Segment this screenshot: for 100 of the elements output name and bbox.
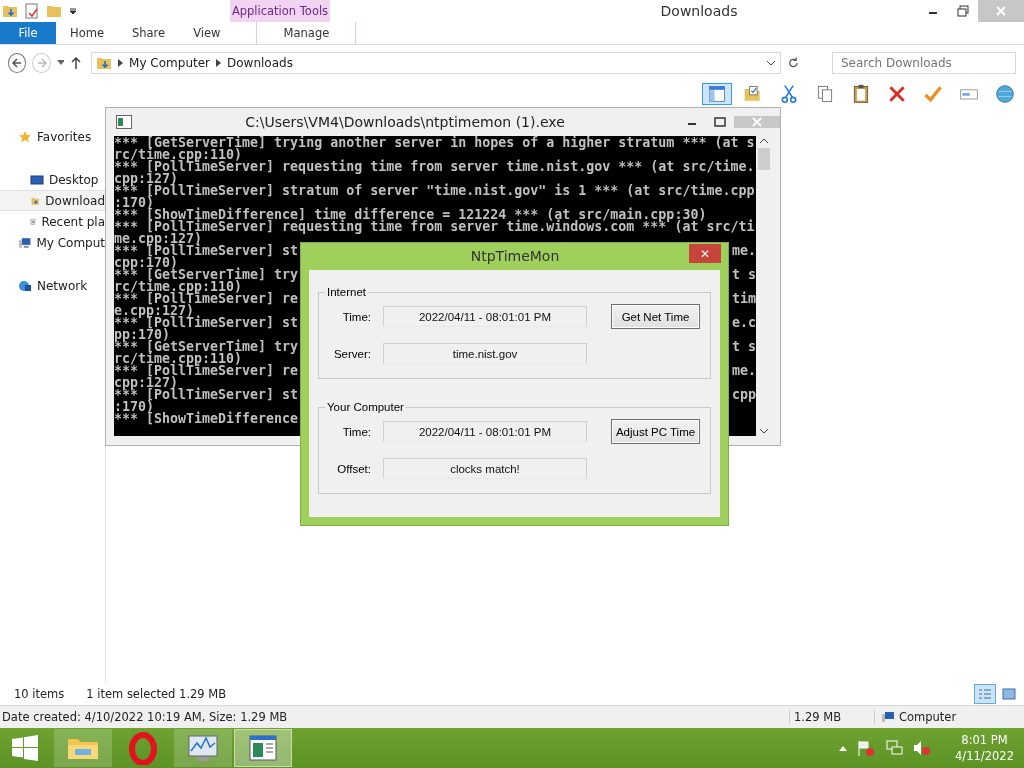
console-line: me.cpp:127)	[114, 233, 203, 245]
console-line: cpp:170)	[114, 257, 179, 269]
location-label: Computer	[899, 710, 957, 724]
readonly-field[interactable]: 2022/04/11 - 08:01:01 PM	[383, 306, 587, 327]
computer-icon	[18, 235, 32, 250]
ribbon-tab[interactable]: Home	[56, 22, 118, 44]
console-line: *** [GetServerTime] trying another server in hopes of a higher stratum *** (at s	[114, 137, 755, 149]
nav-item[interactable]: Download	[0, 190, 105, 211]
console-line: *** [GetServerTime] try	[114, 269, 299, 281]
refresh-icon[interactable]	[787, 56, 800, 70]
action-button[interactable]: Adjust PC Time	[611, 419, 700, 444]
readonly-field[interactable]: time.nist.gov	[383, 343, 587, 364]
console-line: *** [GetServerTime] try	[114, 341, 299, 353]
arrow-right-icon	[35, 57, 48, 69]
scissors-icon	[779, 84, 799, 104]
console-line: rc/time.cpp:110)	[114, 281, 243, 293]
close-icon	[751, 116, 763, 128]
folder-icon	[46, 3, 62, 19]
console-icon	[116, 115, 132, 129]
restore-icon	[957, 5, 969, 17]
close-button[interactable]: ✕	[689, 244, 721, 263]
console-line: e.c	[732, 317, 757, 329]
chevron-icon	[216, 59, 222, 67]
up-arrow-icon[interactable]	[70, 56, 82, 70]
star-icon	[18, 129, 32, 144]
console-line: tim	[732, 293, 757, 305]
console-line: *** [PollTimeServer] requesting time from server time.nist.gov *** (at src/time.	[114, 161, 755, 173]
arrow-left-icon	[11, 57, 24, 69]
taskbar-app[interactable]	[234, 729, 292, 767]
list-icon	[978, 688, 992, 700]
ribbon-tab[interactable]: View	[179, 22, 235, 44]
scroll-down-icon[interactable]	[759, 428, 769, 434]
nav-item[interactable]: My Comput	[0, 232, 105, 253]
console-line: *** [PollTimeServer] requesting time from server time.windows.com *** (at src/ti	[114, 221, 755, 233]
document-icon	[24, 3, 40, 19]
globe-icon	[18, 278, 32, 293]
console-line: cpp	[732, 389, 757, 401]
breadcrumb[interactable]: My Computer	[129, 56, 211, 70]
console-line: *** [PollTimeServer] re	[114, 365, 299, 377]
console-line: :170)	[114, 401, 155, 413]
window-title: C:\Users\VM4\Downloads\ntptimemon (1).exe	[244, 114, 566, 130]
chevron-down-icon[interactable]	[766, 60, 777, 66]
console-line: *** [PollTimeServer] st	[114, 389, 299, 401]
show-hidden-icons[interactable]	[839, 745, 848, 751]
file-size: 1.29 MB	[789, 710, 874, 724]
breadcrumb[interactable]: Downloads	[227, 56, 293, 70]
console-line: me.	[732, 365, 757, 377]
action-button[interactable]: Get Net Time	[611, 304, 700, 329]
folder-icon	[96, 55, 113, 71]
nav-item[interactable]: Favorites	[0, 126, 105, 147]
network-icon[interactable]	[885, 740, 904, 756]
maximize-icon	[714, 117, 726, 127]
ribbon-tab[interactable]: Share	[117, 22, 180, 44]
selection-info: 1 item selected 1.29 MB	[86, 687, 227, 701]
field-label: Offset:	[336, 462, 372, 475]
contextual-tab-label: Application Tools	[230, 0, 330, 22]
console-line: t s	[732, 269, 757, 281]
ribbon-tab[interactable]: Manage	[256, 22, 357, 44]
ribbon-tab[interactable]: File	[0, 22, 56, 44]
layout-button[interactable]	[702, 83, 732, 105]
readonly-field[interactable]: 2022/04/11 - 08:01:01 PM	[383, 421, 587, 442]
file-details: Date created: 4/10/2022 10:19 AM, Size: 1.29 MB	[2, 710, 288, 724]
nav-item[interactable]: Recent pla	[0, 211, 105, 232]
chevron-icon	[118, 59, 124, 67]
console-line: *** [ShowTimeDifference	[114, 413, 299, 425]
console-line: :170)	[114, 197, 155, 209]
console-line: rc/time.cpp:110)	[114, 353, 243, 365]
nav-item[interactable]: Network	[0, 275, 105, 296]
field-label: Time:	[341, 425, 372, 438]
checkmark-icon	[923, 84, 943, 104]
address-bar[interactable]: My Computer Downloads	[91, 52, 782, 74]
folder-icon	[743, 84, 763, 104]
console-line: me.	[732, 245, 757, 257]
taskbar-app[interactable]	[174, 729, 232, 767]
layout-icon	[707, 84, 727, 104]
console-line: *** [PollTimeServer] stratum of server "time.nist.gov" is 1 *** (at src/time.cpp	[114, 185, 755, 197]
speaker-muted-icon[interactable]	[913, 740, 932, 756]
console-line: e.cpp:127)	[114, 305, 195, 317]
picture-frame-icon	[1002, 688, 1016, 700]
delete-icon	[887, 84, 907, 104]
monitor-icon	[30, 172, 44, 187]
console-line: *** [PollTimeServer] st	[114, 245, 299, 257]
dropdown-icon[interactable]	[68, 6, 78, 16]
readonly-field[interactable]: clocks match!	[383, 458, 587, 479]
item-count: 10 items	[14, 687, 65, 701]
scrollbar-thumb[interactable]	[758, 148, 770, 170]
search-field[interactable]: Search Downloads	[831, 52, 1016, 74]
globe-icon	[995, 84, 1015, 104]
clipboard-icon	[851, 84, 871, 104]
clock[interactable]: 8:01 PM 4/11/2022	[955, 732, 1014, 764]
console-line: rc/time.cpp:110)	[114, 149, 243, 161]
scroll-up-icon[interactable]	[759, 138, 769, 144]
nav-item[interactable]: Desktop	[0, 169, 105, 190]
flag-icon[interactable]	[857, 740, 876, 756]
console-line: cpp:127)	[114, 377, 179, 389]
windows-icon	[12, 735, 38, 761]
dialog-title: NtpTimeMon	[469, 247, 561, 266]
console-line: cpp:127)	[114, 173, 179, 185]
taskbar-app[interactable]	[54, 729, 112, 767]
caret-icon[interactable]	[56, 60, 65, 66]
